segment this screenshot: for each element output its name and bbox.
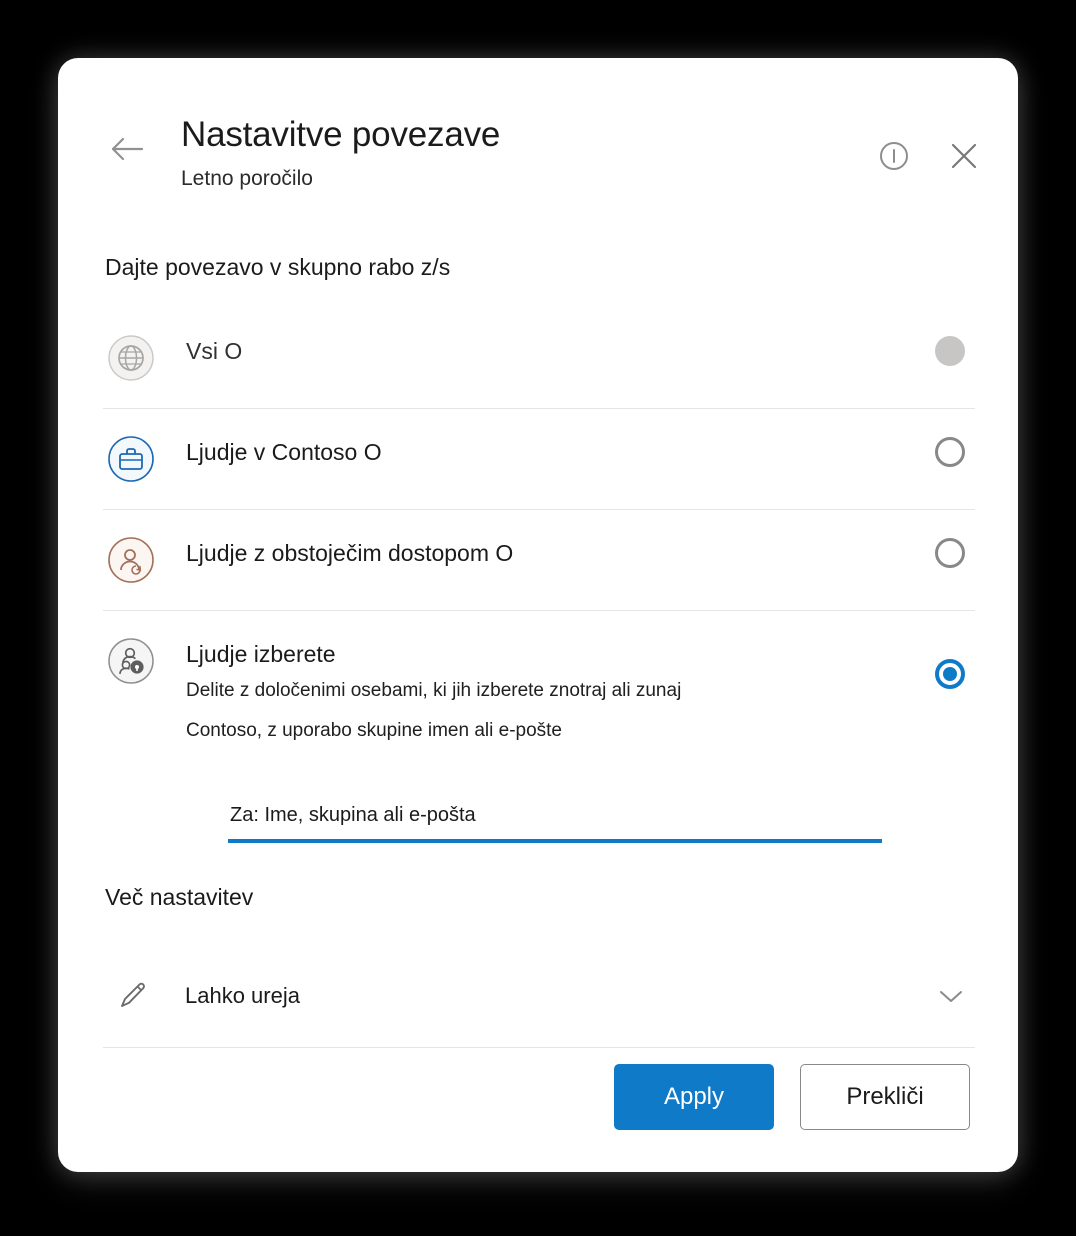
back-button[interactable]	[104, 126, 150, 172]
option-row-people-in-org[interactable]: Ljudje v Contoso O	[103, 409, 975, 510]
page-subtitle: Letno poročilo	[181, 167, 313, 190]
recipients-input[interactable]	[228, 804, 882, 843]
dialog-footer: Apply Prekliči	[614, 1064, 970, 1130]
share-section-heading: Dajte povezavo v skupno rabo z/s	[105, 254, 451, 280]
option-row-everyone[interactable]: Vsi O	[103, 308, 975, 409]
more-settings-heading: Več nastavitev	[105, 884, 254, 910]
share-options-list: Vsi O Ljudje v Contoso O Ljudje z obstoj…	[103, 308, 975, 750]
option-label: Ljudje z obstoječim dostopom O	[186, 540, 514, 566]
option-description-line2: Contoso, z uporabo skupine imen ali e-po…	[186, 720, 563, 741]
title-block: Nastavitve povezave Letno poročilo	[181, 113, 500, 194]
chevron-down-icon[interactable]	[933, 987, 969, 1005]
radio-specific-people[interactable]	[930, 659, 970, 689]
people-lock-icon	[106, 636, 156, 686]
screen-background: Nastavitve povezave Letno poročilo Dajte…	[0, 0, 1076, 1236]
option-text-existing-access: Ljudje z obstoječim dostopom O	[186, 537, 930, 569]
option-label: Ljudje v Contoso O	[186, 439, 382, 465]
recipients-field-wrapper	[228, 804, 882, 843]
permission-selected-value: Lahko ureja	[185, 982, 300, 1008]
radio-indicator	[935, 538, 965, 568]
globe-icon	[106, 333, 156, 383]
option-label: Vsi O	[186, 338, 243, 364]
radio-existing-access[interactable]	[930, 538, 970, 568]
dialog-header: Nastavitve povezave Letno poročilo	[58, 58, 1018, 218]
permission-dropdown[interactable]: Lahko ureja	[103, 944, 975, 1048]
info-button[interactable]	[874, 136, 914, 176]
option-text-specific-people: Ljudje izberete Delite z določenimi oseb…	[186, 638, 930, 750]
radio-indicator	[935, 659, 965, 689]
pencil-icon	[109, 979, 155, 1013]
link-settings-dialog: Nastavitve povezave Letno poročilo Dajte…	[58, 58, 1018, 1172]
briefcase-icon	[106, 434, 156, 484]
cancel-button[interactable]: Prekliči	[800, 1064, 970, 1130]
apply-button[interactable]: Apply	[614, 1064, 774, 1130]
close-button[interactable]	[944, 136, 984, 176]
option-text-everyone: Vsi O	[186, 335, 930, 367]
radio-everyone[interactable]	[930, 336, 970, 366]
option-text-people-in-org: Ljudje v Contoso O	[186, 436, 930, 468]
arrow-left-icon	[111, 137, 144, 161]
header-actions	[874, 136, 984, 176]
option-row-specific-people[interactable]: Ljudje izberete Delite z določenimi oseb…	[103, 611, 975, 750]
info-circle-icon	[880, 142, 908, 170]
person-clock-icon	[106, 535, 156, 585]
option-label: Ljudje izberete	[186, 641, 336, 667]
radio-indicator	[935, 437, 965, 467]
page-title: Nastavitve povezave	[181, 115, 501, 154]
option-description-line1: Delite z določenimi osebami, ki jih izbe…	[186, 680, 682, 701]
option-row-existing-access[interactable]: Ljudje z obstoječim dostopom O	[103, 510, 975, 611]
close-icon	[951, 143, 977, 169]
radio-people-in-org[interactable]	[930, 437, 970, 467]
radio-indicator	[935, 336, 965, 366]
